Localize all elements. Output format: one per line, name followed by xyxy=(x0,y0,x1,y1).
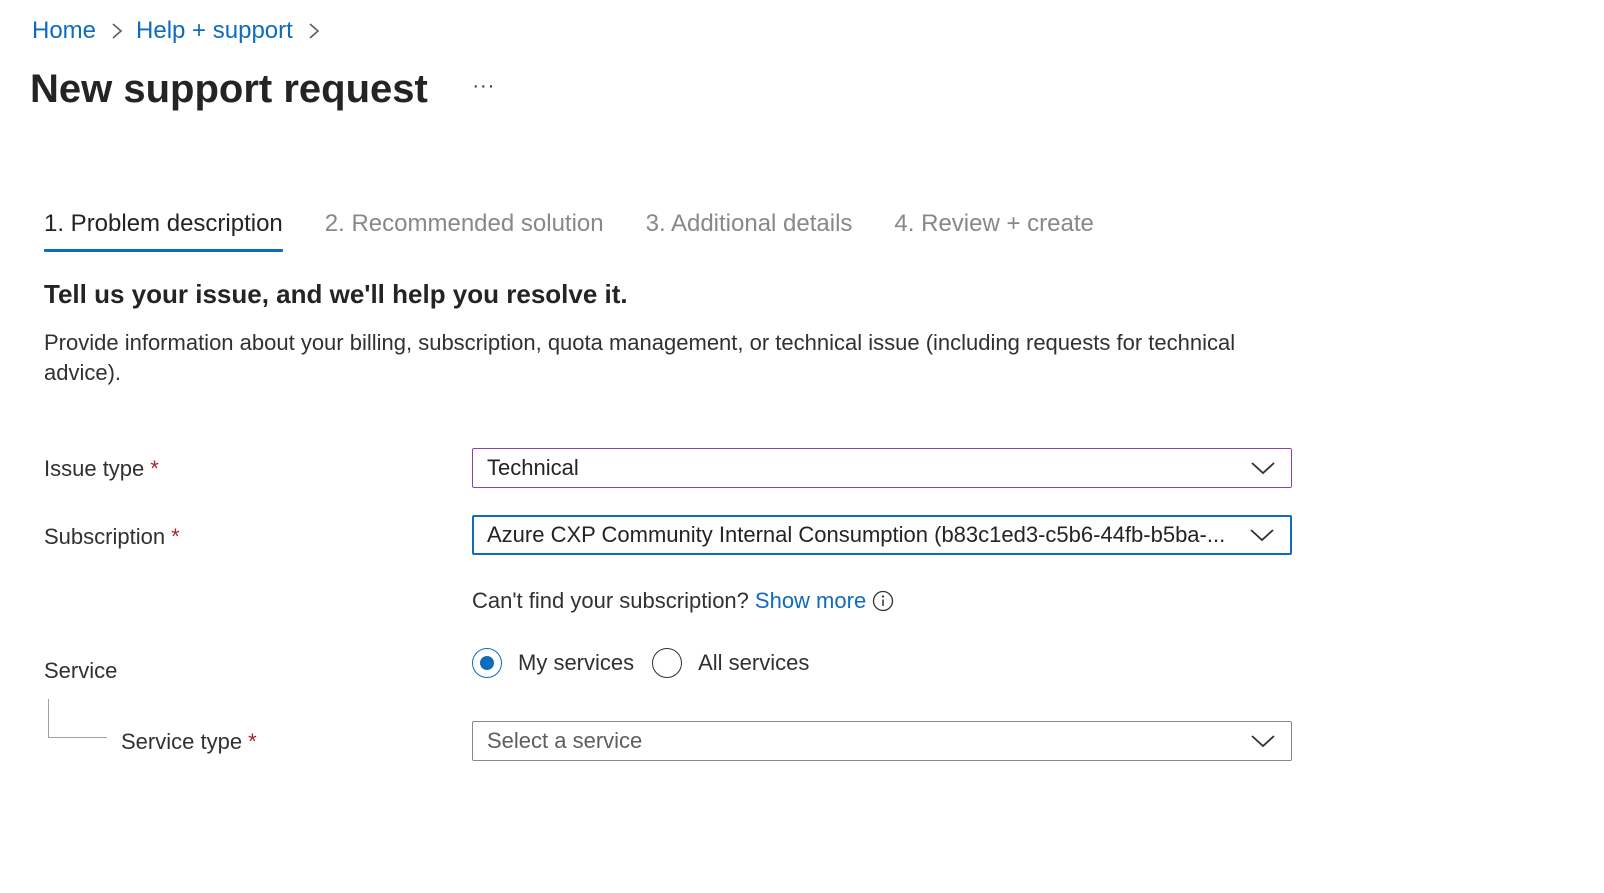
breadcrumb: Home Help + support xyxy=(32,14,333,48)
service-type-label-text: Service type xyxy=(121,729,243,754)
required-indicator: * xyxy=(150,456,159,481)
subscription-value: Azure CXP Community Internal Consumption… xyxy=(487,522,1226,547)
subscription-dropdown[interactable]: Azure CXP Community Internal Consumption… xyxy=(472,515,1292,555)
radio-unchecked-icon xyxy=(652,648,683,678)
chevron-down-icon xyxy=(1235,722,1291,760)
section-description: Provide information about your billing, … xyxy=(44,330,1236,385)
radio-checked-icon xyxy=(472,648,502,678)
cant-find-subscription: Can't find your subscription? Show more xyxy=(472,586,894,616)
more-horizontal-icon: ··· xyxy=(472,74,496,97)
section-heading: Tell us your issue, and we'll help you r… xyxy=(44,279,628,309)
info-icon[interactable] xyxy=(872,590,894,612)
show-more-link[interactable]: Show more xyxy=(755,586,866,616)
required-indicator: * xyxy=(171,524,180,549)
radio-my-services-label: My services xyxy=(518,650,635,675)
tab-review-create[interactable]: 4. Review + create xyxy=(894,204,1093,252)
service-radio-group: My services All services xyxy=(472,648,827,678)
tab-problem-description[interactable]: 1. Problem description xyxy=(44,204,283,252)
issue-type-label: Issue type * xyxy=(44,454,159,484)
breadcrumb-home-link[interactable]: Home xyxy=(32,14,96,48)
breadcrumb-help-support-link[interactable]: Help + support xyxy=(136,14,293,48)
wizard-tabs: 1. Problem description 2. Recommended so… xyxy=(44,204,1136,252)
radio-my-services[interactable]: My services xyxy=(472,648,634,678)
chevron-right-icon xyxy=(106,14,128,48)
service-label: Service xyxy=(44,658,118,683)
service-type-dropdown[interactable]: Select a service xyxy=(472,721,1292,761)
support-request-page: Home Help + support New support request … xyxy=(0,0,1604,893)
title-row: New support request ··· xyxy=(30,62,496,116)
more-options-button[interactable]: ··· xyxy=(472,74,496,104)
chevron-down-icon xyxy=(1235,449,1291,487)
service-type-placeholder: Select a service xyxy=(487,728,643,753)
radio-all-services[interactable]: All services xyxy=(652,648,809,678)
chevron-right-icon xyxy=(303,14,325,48)
issue-type-dropdown[interactable]: Technical xyxy=(472,448,1292,488)
tree-connector xyxy=(48,699,107,738)
tab-additional-details[interactable]: 3. Additional details xyxy=(646,204,853,252)
subscription-label: Subscription * xyxy=(44,522,180,552)
service-type-label: Service type * xyxy=(121,727,257,757)
required-indicator: * xyxy=(248,729,257,754)
tab-recommended-solution[interactable]: 2. Recommended solution xyxy=(325,204,604,252)
cant-find-text: Can't find your subscription? xyxy=(472,588,749,613)
subscription-label-text: Subscription xyxy=(44,524,166,549)
chevron-down-icon xyxy=(1234,516,1290,554)
issue-type-value: Technical xyxy=(487,455,579,480)
radio-all-services-label: All services xyxy=(698,650,810,675)
issue-type-label-text: Issue type xyxy=(44,456,145,481)
page-title: New support request xyxy=(30,67,428,111)
